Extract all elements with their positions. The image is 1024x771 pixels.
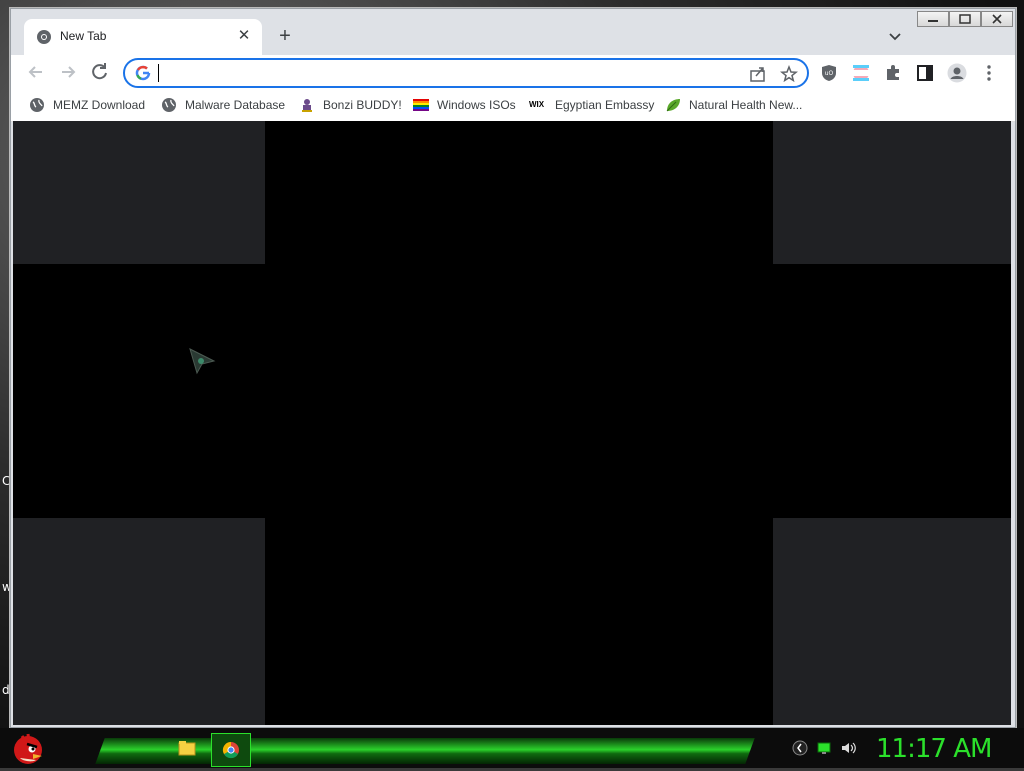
chrome-icon xyxy=(222,741,239,759)
bookmark-natural-health-news[interactable]: Natural Health New... xyxy=(665,96,802,114)
leaf-icon xyxy=(666,99,680,112)
folder-icon xyxy=(178,741,196,756)
ublock-origin-icon[interactable]: uO xyxy=(819,63,839,83)
side-panel-icon[interactable] xyxy=(915,63,935,83)
puzzle-extensions-icon[interactable] xyxy=(883,63,903,83)
reload-icon[interactable] xyxy=(87,59,113,85)
close-window-button[interactable] xyxy=(981,11,1013,27)
tray-app-icon[interactable] xyxy=(792,740,808,756)
rainbow-flag-icon xyxy=(413,99,429,111)
bookmark-bonzi-buddy[interactable]: Bonzi BUDDY! xyxy=(299,96,402,114)
tab-strip: New Tab ✕ + xyxy=(11,9,1015,55)
bookmark-egyptian-embassy[interactable]: WIX Egyptian Embassy xyxy=(529,96,654,114)
bookmark-label: MEMZ Download xyxy=(53,98,146,112)
tab-new-tab[interactable]: New Tab ✕ xyxy=(24,19,262,55)
bookmark-label: Bonzi BUDDY! xyxy=(323,98,402,112)
wix-icon: WIX xyxy=(529,100,545,109)
svg-text:uO: uO xyxy=(825,70,834,77)
volume-icon[interactable] xyxy=(840,740,856,756)
bonzi-icon xyxy=(302,99,312,112)
bookmark-label: Windows ISOs xyxy=(437,98,516,112)
chrome-icon xyxy=(37,30,51,44)
address-bar[interactable] xyxy=(123,58,809,88)
bookmark-label: Egyptian Embassy xyxy=(555,98,655,112)
maximize-button[interactable] xyxy=(949,11,981,27)
network-icon[interactable] xyxy=(816,740,832,756)
page-content[interactable] xyxy=(13,121,1011,725)
forward-arrow-icon[interactable] xyxy=(55,59,81,85)
bookmark-label: Natural Health New... xyxy=(689,98,803,112)
globe-icon xyxy=(30,98,44,112)
bookmark-memz-download[interactable]: MEMZ Download xyxy=(29,96,145,114)
shortcut-tile[interactable] xyxy=(13,518,265,725)
back-arrow-icon[interactable] xyxy=(23,59,49,85)
trans-flag-extension-icon[interactable] xyxy=(851,63,871,83)
bookmark-star-icon[interactable] xyxy=(780,65,798,83)
mouse-cursor-icon xyxy=(189,348,216,375)
browser-window: New Tab ✕ + uO MEMZ Download Malware Dat… xyxy=(10,8,1016,728)
tab-close-button[interactable]: ✕ xyxy=(234,26,254,46)
bookmark-label: Malware Database xyxy=(185,98,286,112)
tab-title: New Tab xyxy=(60,29,107,43)
share-icon[interactable] xyxy=(749,65,767,83)
more-menu-icon[interactable] xyxy=(979,63,999,83)
taskbar-file-explorer[interactable] xyxy=(168,733,206,765)
start-button-angry-bird-icon[interactable] xyxy=(8,728,48,768)
shortcut-tile[interactable] xyxy=(13,121,265,264)
shortcut-tile[interactable] xyxy=(773,518,1011,725)
bookmarks-bar: MEMZ Download Malware Database Bonzi BUD… xyxy=(11,89,1015,122)
desktop-icon-label[interactable]: d xyxy=(2,683,10,697)
profile-avatar-icon[interactable] xyxy=(947,63,967,83)
bookmark-windows-isos[interactable]: Windows ISOs xyxy=(413,96,516,114)
google-g-icon xyxy=(135,65,151,81)
text-cursor xyxy=(158,64,159,82)
shortcut-tile[interactable] xyxy=(773,121,1011,264)
minimize-button[interactable] xyxy=(917,11,949,27)
taskbar-clock[interactable]: 11:17 AM xyxy=(876,734,992,764)
chevron-down-icon[interactable] xyxy=(885,27,905,45)
bookmark-malware-database[interactable]: Malware Database xyxy=(161,96,285,114)
new-tab-button[interactable]: + xyxy=(273,25,297,49)
globe-icon xyxy=(162,98,176,112)
taskbar-chrome[interactable] xyxy=(211,733,251,767)
browser-toolbar: uO xyxy=(11,55,1015,89)
